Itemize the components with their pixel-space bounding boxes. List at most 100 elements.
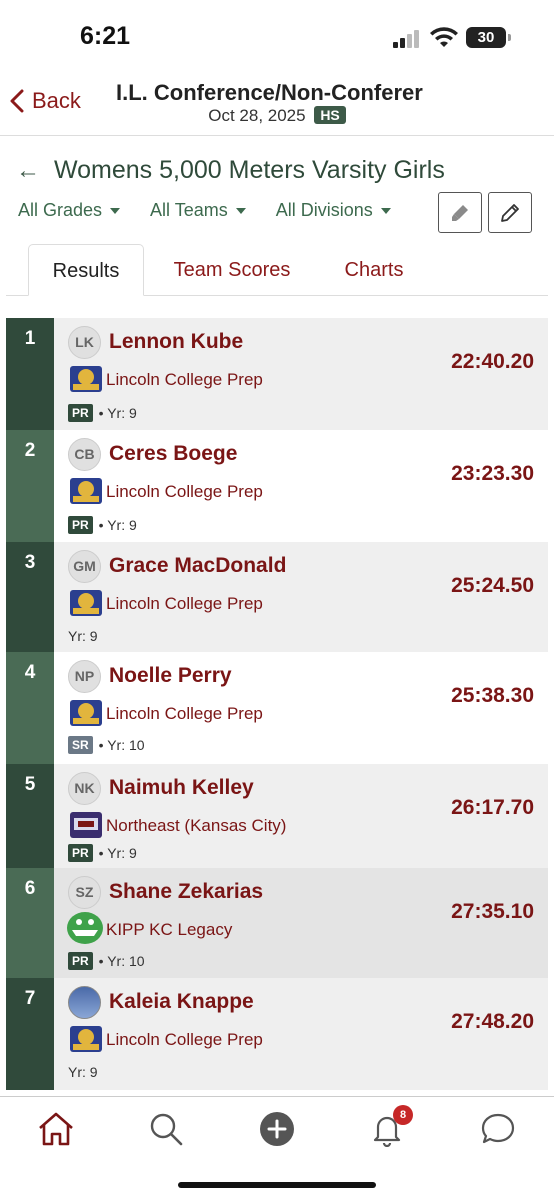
teams-filter[interactable]: All Teams	[150, 200, 246, 221]
athlete-name[interactable]: Naimuh Kelley	[109, 776, 254, 800]
place-number: 7	[6, 978, 54, 1090]
athlete-name[interactable]: Grace MacDonald	[109, 554, 286, 578]
result-row[interactable]: 4 NP Noelle Perry Lincoln College Prep S…	[6, 652, 548, 764]
place-number: 4	[6, 652, 54, 764]
result-time: 27:48.20	[451, 1010, 534, 1033]
status-badge: PR	[68, 516, 93, 534]
caret-down-icon	[235, 207, 246, 214]
divisions-filter[interactable]: All Divisions	[276, 200, 391, 221]
athlete-meta: PR • Yr: 9	[68, 404, 137, 422]
athlete-meta: PR • Yr: 9	[68, 516, 137, 534]
avatar: NK	[68, 772, 101, 805]
athlete-year: Yr: 9	[68, 628, 98, 644]
school-name[interactable]: Lincoln College Prep	[106, 594, 263, 614]
caret-down-icon	[380, 207, 391, 214]
filter-bar: All Grades All Teams All Divisions	[18, 200, 421, 221]
result-time: 25:38.30	[451, 684, 534, 707]
search-tab[interactable]	[146, 1109, 186, 1149]
status-badge: SR	[68, 736, 93, 754]
messages-tab[interactable]	[478, 1109, 518, 1149]
plus-icon	[260, 1112, 294, 1146]
athlete-meta: SR • Yr: 10	[68, 736, 145, 754]
event-header: ← Womens 5,000 Meters Varsity Girls	[16, 156, 445, 185]
meet-subtitle: Oct 28, 2025 HS	[0, 106, 554, 126]
athlete-name[interactable]: Kaleia Knappe	[109, 990, 254, 1014]
avatar	[68, 986, 101, 1019]
athlete-year: • Yr: 10	[98, 953, 145, 969]
school-logo-icon	[70, 1026, 102, 1052]
level-badge: HS	[314, 106, 346, 124]
result-time: 25:24.50	[451, 574, 534, 597]
athlete-meta: Yr: 9	[68, 1064, 98, 1080]
wifi-icon	[430, 27, 458, 47]
athlete-name[interactable]: Noelle Perry	[109, 664, 232, 688]
result-row[interactable]: 2 CB Ceres Boege Lincoln College Prep PR…	[6, 430, 548, 542]
notification-count-badge: 8	[393, 1105, 413, 1125]
place-number: 5	[6, 764, 54, 868]
notifications-tab[interactable]: 8	[367, 1105, 413, 1149]
status-time: 6:21	[80, 22, 131, 50]
result-time: 23:23.30	[451, 462, 534, 485]
athlete-year: • Yr: 9	[98, 405, 137, 421]
status-badge: PR	[68, 952, 93, 970]
pencil-icon	[501, 203, 519, 222]
athlete-year: • Yr: 9	[98, 845, 137, 861]
teams-filter-label: All Teams	[150, 200, 228, 220]
result-time: 26:17.70	[451, 796, 534, 819]
tab-results[interactable]: Results	[28, 244, 144, 296]
tab-team-scores[interactable]: Team Scores	[162, 244, 302, 296]
results-list: 1 LK Lennon Kube Lincoln College Prep PR…	[6, 318, 548, 1090]
place-number: 2	[6, 430, 54, 542]
athlete-name[interactable]: Shane Zekarias	[109, 880, 263, 904]
back-arrow-icon[interactable]: ←	[16, 157, 40, 185]
athlete-name[interactable]: Lennon Kube	[109, 330, 243, 354]
status-badge: PR	[68, 844, 93, 862]
school-name[interactable]: Lincoln College Prep	[106, 482, 263, 502]
result-time: 27:35.10	[451, 900, 534, 923]
avatar: LK	[68, 326, 101, 359]
home-tab[interactable]	[36, 1109, 76, 1149]
tab-bar: Results Team Scores Charts	[6, 244, 548, 296]
athlete-meta: PR • Yr: 9	[68, 844, 137, 862]
avatar: NP	[68, 660, 101, 693]
highlight-button[interactable]	[438, 192, 482, 233]
school-logo-icon	[70, 366, 102, 392]
result-row[interactable]: 7 Kaleia Knappe Lincoln College Prep Yr:…	[6, 978, 548, 1090]
result-row[interactable]: 6 SZ Shane Zekarias KIPP KC Legacy PR • …	[6, 868, 548, 978]
battery-icon: 30	[466, 27, 511, 48]
search-icon	[150, 1113, 183, 1146]
school-name[interactable]: Lincoln College Prep	[106, 704, 263, 724]
status-bar: 6:21 30	[0, 0, 554, 72]
school-name[interactable]: Lincoln College Prep	[106, 370, 263, 390]
edit-button[interactable]	[488, 192, 532, 233]
place-number: 3	[6, 542, 54, 652]
meet-title: I.L. Conference/Non-Conferer	[116, 80, 423, 105]
tab-charts[interactable]: Charts	[328, 244, 420, 296]
add-button[interactable]	[257, 1109, 297, 1149]
school-name[interactable]: Northeast (Kansas City)	[106, 816, 286, 836]
result-row[interactable]: 3 GM Grace MacDonald Lincoln College Pre…	[6, 542, 548, 652]
nav-header: Back I.L. Conference/Non-Conferer Oct 28…	[0, 72, 554, 136]
avatar: SZ	[68, 876, 101, 909]
result-row[interactable]: 1 LK Lennon Kube Lincoln College Prep PR…	[6, 318, 548, 430]
status-badge: PR	[68, 404, 93, 422]
school-logo-icon	[70, 700, 102, 726]
result-row[interactable]: 5 NK Naimuh Kelley Northeast (Kansas Cit…	[6, 764, 548, 868]
result-time: 22:40.20	[451, 350, 534, 373]
highlighter-icon	[452, 204, 468, 221]
event-title: Womens 5,000 Meters Varsity Girls	[54, 156, 445, 184]
school-logo-icon	[70, 478, 102, 504]
cellular-signal-icon	[393, 30, 423, 48]
school-name[interactable]: Lincoln College Prep	[106, 1030, 263, 1050]
school-name[interactable]: KIPP KC Legacy	[106, 920, 232, 940]
caret-down-icon	[110, 207, 121, 214]
avatar: GM	[68, 550, 101, 583]
divisions-filter-label: All Divisions	[275, 200, 373, 220]
grades-filter[interactable]: All Grades	[18, 200, 121, 221]
avatar: CB	[68, 438, 101, 471]
athlete-year: • Yr: 9	[98, 517, 137, 533]
athlete-name[interactable]: Ceres Boege	[109, 442, 237, 466]
home-icon	[39, 1112, 73, 1146]
school-logo-icon	[66, 910, 104, 946]
place-number: 6	[6, 868, 54, 978]
